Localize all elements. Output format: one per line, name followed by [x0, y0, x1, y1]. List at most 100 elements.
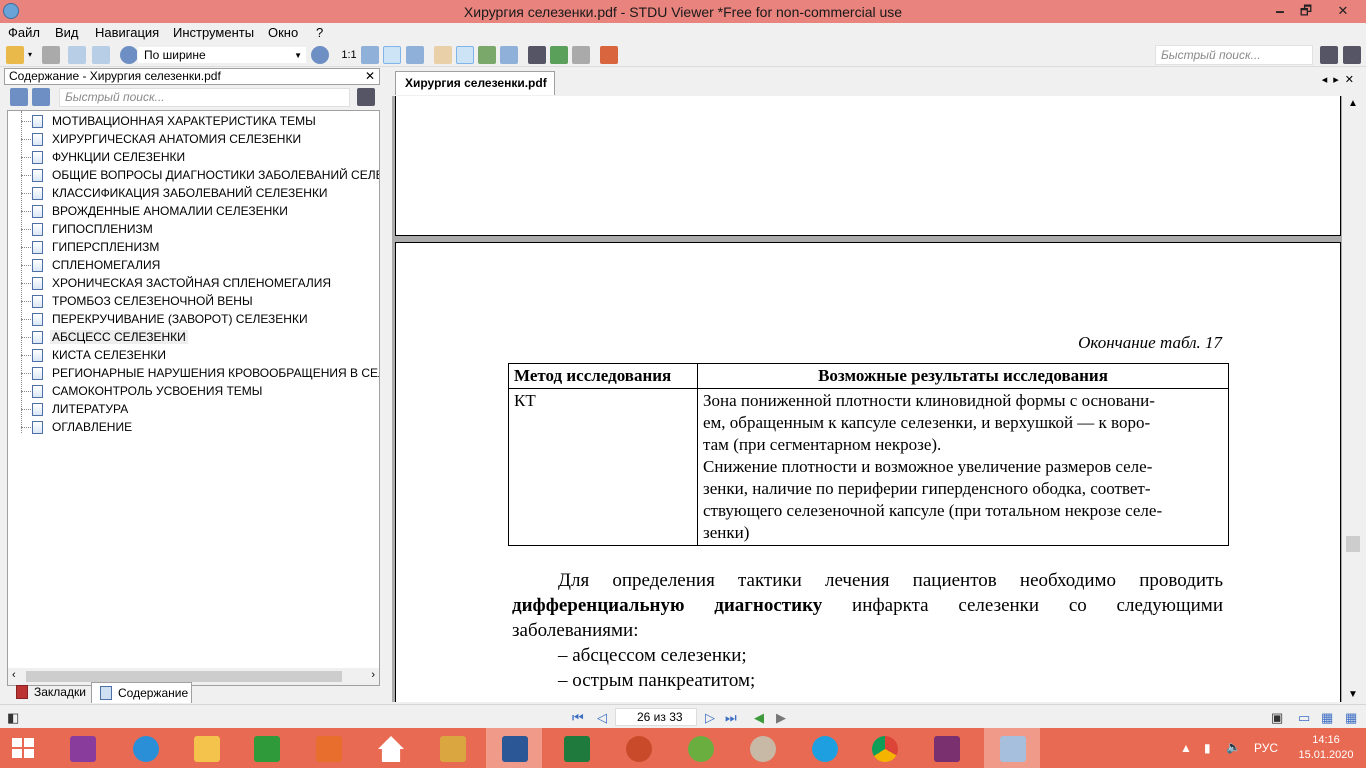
maximize-button[interactable]: 🗗 — [1293, 0, 1319, 21]
skype-taskbar-icon[interactable] — [796, 728, 852, 768]
pdf-viewer[interactable]: Окончание табл. 17 Метод исследования Во… — [392, 96, 1342, 702]
fit-page-icon[interactable] — [361, 46, 379, 64]
expand-tree-icon[interactable] — [10, 88, 28, 106]
open-dropdown-icon[interactable]: ▾ — [28, 46, 36, 64]
bookmark-icon — [16, 685, 28, 699]
panel-close-button[interactable]: ✕ — [365, 69, 375, 84]
scroll-thumb[interactable] — [1346, 536, 1360, 552]
document-tab[interactable]: Хирургия селезенки.pdf — [395, 71, 555, 95]
fit-height-icon[interactable] — [406, 46, 424, 64]
menu-file[interactable]: Файл — [8, 25, 40, 40]
store-taskbar-icon[interactable] — [238, 728, 294, 768]
scroll-left-icon[interactable]: ‹ — [12, 669, 16, 681]
collapse-tree-icon[interactable] — [32, 88, 50, 106]
vertical-scrollbar[interactable]: ▲ ▼ — [1343, 96, 1363, 702]
zoom-select[interactable]: По ширине ▼ — [137, 46, 307, 64]
page-layout-icon[interactable] — [92, 46, 110, 64]
tree-item-label: КИСТА СЕЛЕЗЕНКИ — [52, 348, 166, 362]
prev-page-icon[interactable]: ◁ — [597, 710, 607, 726]
results-line: ствующего селезеночной капсуле (при тота… — [703, 501, 1163, 520]
last-page-icon[interactable]: ⏭ — [725, 710, 737, 726]
multi-page-icon[interactable]: ▦ — [1345, 710, 1357, 726]
menu-view[interactable]: Вид — [55, 25, 79, 40]
menu-navigation[interactable]: Навигация — [95, 25, 159, 40]
tree-connector — [21, 175, 31, 176]
scroll-up-icon[interactable]: ▲ — [1348, 98, 1358, 109]
archive-taskbar-icon[interactable] — [424, 728, 480, 768]
fit-width-icon[interactable] — [383, 46, 401, 64]
hand-tool-icon[interactable] — [434, 46, 452, 64]
powerpoint-taskbar-icon[interactable] — [610, 728, 666, 768]
excel-taskbar-icon[interactable] — [548, 728, 604, 768]
close-button[interactable]: ✕ — [1320, 0, 1366, 21]
two-pages-icon[interactable]: ▦ — [1321, 710, 1333, 726]
photos-taskbar-icon[interactable] — [300, 728, 356, 768]
tab-contents[interactable]: Содержание — [91, 682, 192, 703]
ie-taskbar-icon[interactable] — [117, 728, 173, 768]
paint-taskbar-icon[interactable] — [734, 728, 790, 768]
copy-icon[interactable] — [572, 46, 590, 64]
volume-icon[interactable]: 🔈 — [1226, 740, 1241, 754]
word-taskbar-icon[interactable] — [486, 728, 542, 768]
display-mode-icon[interactable]: ▣ — [1271, 710, 1283, 726]
copy-page-icon[interactable] — [68, 46, 86, 64]
zoom-in-icon[interactable] — [311, 46, 329, 64]
search-next-icon[interactable] — [1343, 46, 1361, 64]
zoom-out-icon[interactable] — [120, 46, 138, 64]
tab-bookmarks[interactable]: Закладки — [8, 682, 90, 703]
explorer-taskbar-icon[interactable] — [178, 728, 234, 768]
menu-help[interactable]: ? — [316, 25, 323, 40]
minimize-button[interactable]: 🗕 — [1267, 0, 1293, 21]
quick-search-input[interactable]: Быстрый поиск... — [1155, 45, 1313, 65]
back-icon[interactable]: ◀ — [754, 710, 764, 726]
tree-connector — [21, 157, 31, 158]
onenote-taskbar-icon[interactable] — [54, 728, 110, 768]
utorrent-taskbar-icon[interactable] — [672, 728, 728, 768]
print-icon[interactable] — [42, 46, 60, 64]
stdu-viewer-taskbar-icon[interactable] — [984, 728, 1040, 768]
scroll-down-icon[interactable]: ▼ — [1348, 689, 1358, 700]
first-page-icon[interactable]: ⏮ — [572, 710, 584, 726]
tree-item-label: КЛАССИФИКАЦИЯ ЗАБОЛЕВАНИЙ СЕЛЕЗЕНКИ — [52, 186, 328, 200]
window-title: Хирургия селезенки.pdf - STDU Viewer *Fr… — [463, 4, 903, 20]
tree-item-label: ХИРУРГИЧЕСКАЯ АНАТОМИЯ СЕЛЕЗЕНКИ — [52, 132, 302, 146]
start-button[interactable] — [0, 728, 48, 768]
clock[interactable]: 14:16 15.01.2020 — [1298, 733, 1354, 763]
tree-connector — [21, 121, 31, 122]
image-select-icon[interactable] — [478, 46, 496, 64]
panel-title: Содержание - Хирургия селезенки.pdf — [9, 69, 221, 83]
results-line: зенки) — [703, 523, 750, 542]
open-folder-icon[interactable] — [6, 46, 24, 64]
video-taskbar-icon[interactable] — [918, 728, 974, 768]
tab-navigation[interactable]: ◂▸✕ — [1322, 73, 1360, 86]
find-next-icon[interactable] — [550, 46, 568, 64]
home-taskbar-icon[interactable] — [362, 728, 418, 768]
document-icon — [32, 385, 43, 398]
tree-item-label: МОТИВАЦИОННАЯ ХАРАКТЕРИСТИКА ТЕМЫ — [52, 114, 316, 128]
actual-size-button[interactable]: 1:1 — [340, 46, 358, 64]
scroll-thumb[interactable] — [26, 671, 342, 682]
tree-item-label: ЛИТЕРАТУРА — [52, 402, 129, 416]
panel-toggle-icon[interactable]: ◧ — [7, 710, 19, 726]
forward-icon[interactable]: ▶ — [776, 710, 786, 726]
chrome-taskbar-icon[interactable] — [856, 728, 912, 768]
zoom-tool-icon[interactable] — [500, 46, 518, 64]
search-prev-icon[interactable] — [1320, 46, 1338, 64]
find-icon[interactable] — [528, 46, 546, 64]
menu-tools[interactable]: Инструменты — [173, 25, 254, 40]
tree-item-label: СПЛЕНОМЕГАЛИЯ — [52, 258, 161, 272]
tray-chevron-icon[interactable]: ▲ — [1180, 741, 1192, 755]
contents-search-input[interactable]: Быстрый поиск... — [59, 88, 350, 107]
scroll-right-icon[interactable]: › — [371, 669, 375, 681]
document-icon — [32, 223, 43, 236]
clock-time: 14:16 — [1312, 734, 1340, 746]
text-select-icon[interactable] — [456, 46, 474, 64]
page-counter[interactable]: 26 из 33 — [615, 708, 697, 726]
network-icon[interactable]: ▮ — [1204, 741, 1211, 755]
language-indicator[interactable]: РУС — [1254, 741, 1278, 755]
contents-find-icon[interactable] — [357, 88, 375, 106]
bookmark-add-icon[interactable] — [600, 46, 618, 64]
single-page-icon[interactable]: ▭ — [1298, 710, 1310, 726]
menu-window[interactable]: Окно — [268, 25, 298, 40]
next-page-icon[interactable]: ▷ — [705, 710, 715, 726]
